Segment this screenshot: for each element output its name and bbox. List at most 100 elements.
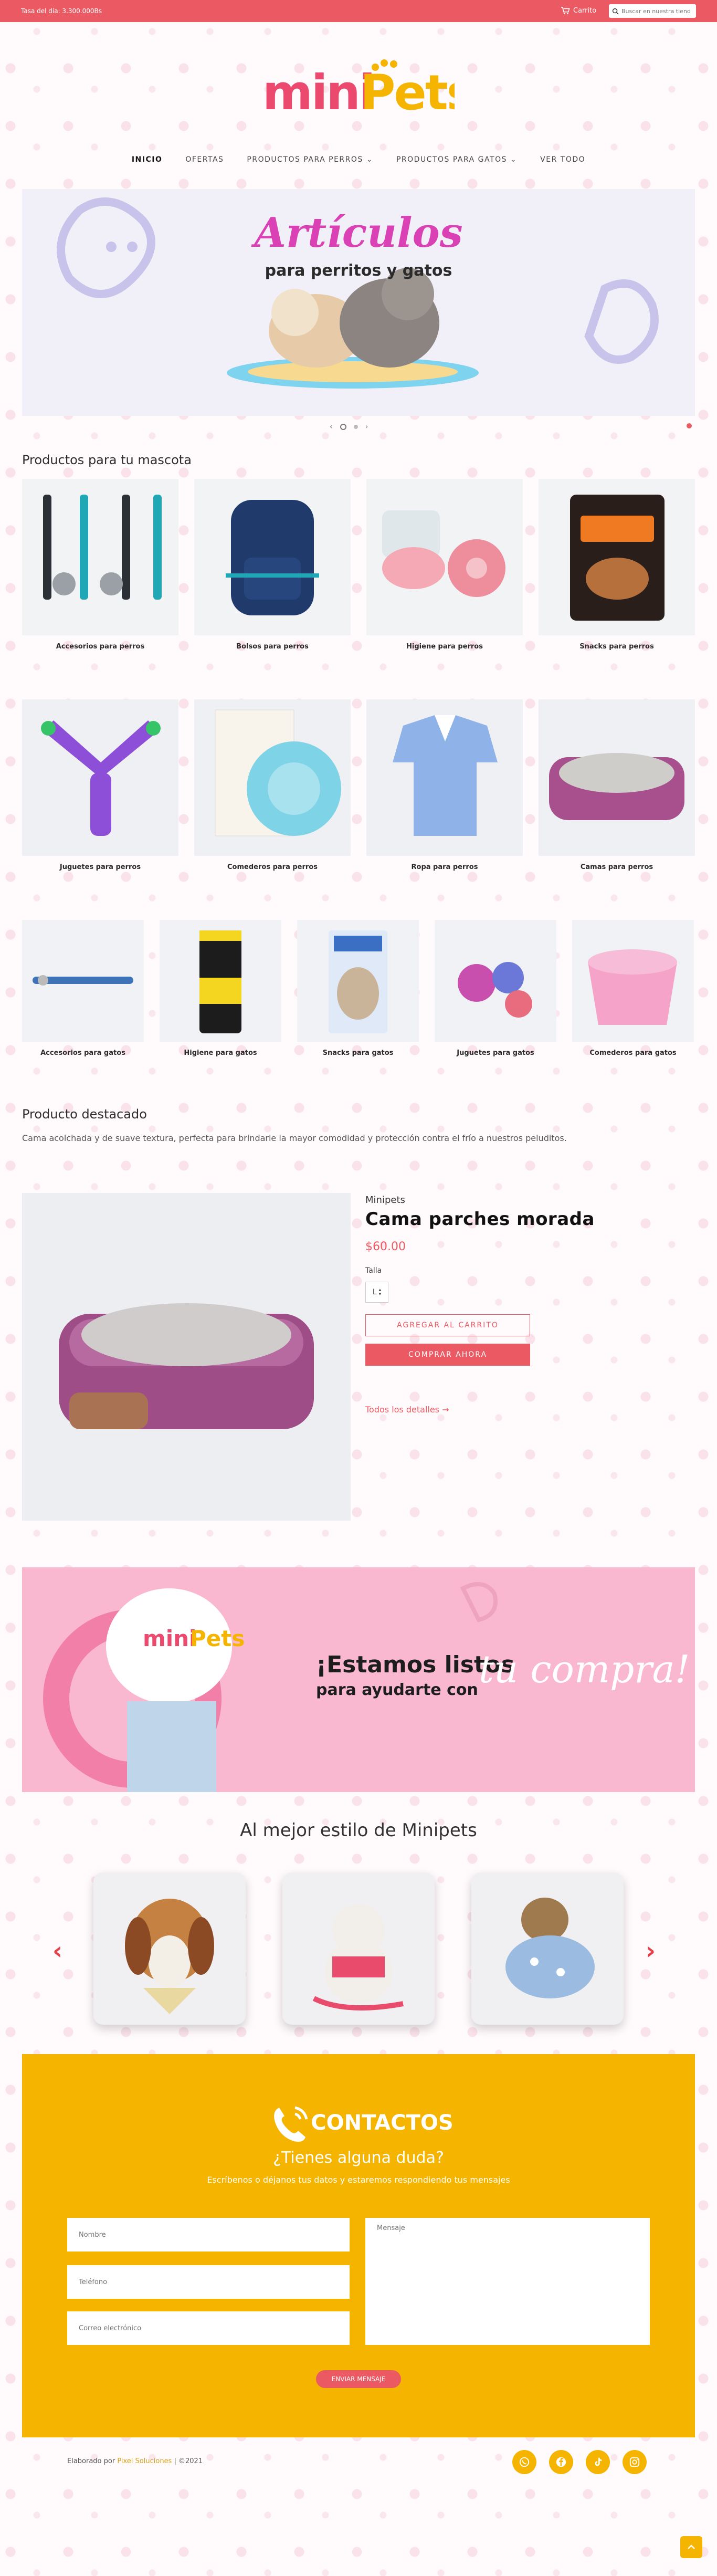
carousel-next-icon[interactable]: › <box>646 1936 656 1965</box>
category-label: Accesorios para gatos <box>40 1049 125 1057</box>
category-label: Higiene para gatos <box>184 1049 257 1057</box>
product-image <box>194 699 351 856</box>
category-label: Ropa para perros <box>411 863 478 871</box>
promo-banner: mini Pets ¡Estamos listos para ayudarte … <box>22 1567 695 1792</box>
promo-accent: tu compra! <box>479 1647 690 1691</box>
cat-snacks-image <box>329 930 387 1033</box>
product-image <box>435 920 556 1042</box>
minipets-logo[interactable]: mini Pets <box>262 58 455 121</box>
category-card[interactable]: Higiene para perros <box>366 479 523 651</box>
category-card[interactable]: Accesorios para perros <box>22 479 178 651</box>
nav-ver-todo[interactable]: Ver todo <box>540 155 585 164</box>
category-card[interactable]: Snacks para gatos <box>297 920 419 1057</box>
hero-banner[interactable]: Artículos para perritos y gatos <box>22 189 695 416</box>
carousel-dot-active[interactable] <box>340 424 346 430</box>
contact-question: ¿Tienes alguna duda? <box>273 2149 444 2167</box>
category-label: Higiene para perros <box>406 643 483 651</box>
shirt-image <box>393 715 498 836</box>
nav-ofertas[interactable]: Ofertas <box>185 155 224 164</box>
category-card[interactable]: Comederos para perros <box>194 699 351 871</box>
category-label: Comederos para gatos <box>589 1049 677 1057</box>
category-label: Bolsos para perros <box>236 643 309 651</box>
carousel-prev-icon[interactable]: ‹ <box>330 423 333 431</box>
product-price: $60.00 <box>365 1240 406 1253</box>
pet-card[interactable] <box>282 1872 435 2025</box>
nav-inicio[interactable]: Inicio <box>132 155 163 164</box>
category-card[interactable]: Camas para perros <box>539 699 695 871</box>
purple-bed-image <box>59 1303 314 1429</box>
pet-card[interactable] <box>471 1872 624 2025</box>
category-label: Juguetes para perros <box>59 863 141 871</box>
nav-dog-products[interactable]: Productos para perros ⌄ <box>247 155 373 164</box>
hero-title: Artículos <box>254 209 463 257</box>
category-label: Accesorios para perros <box>56 643 145 651</box>
whatsapp-link[interactable] <box>512 2450 536 2474</box>
top-bar: Tasa del día: 3.300.000Bs Carrito <box>0 0 717 22</box>
brush-image <box>382 510 505 597</box>
add-to-cart-button[interactable]: AGREGAR AL CARRITO <box>365 1314 530 1336</box>
carousel-dot[interactable] <box>353 425 358 429</box>
product-image <box>366 699 523 856</box>
email-field[interactable] <box>67 2311 350 2345</box>
category-label: Juguetes para gatos <box>457 1049 534 1057</box>
category-label: Camas para perros <box>580 863 653 871</box>
message-field[interactable] <box>365 2218 650 2345</box>
hero-subtitle: para perritos y gatos <box>265 261 452 280</box>
svg-text:mini: mini <box>262 65 374 121</box>
contact-title: CONTACTOS <box>311 2111 454 2135</box>
size-value: L <box>372 1288 377 1296</box>
product-image <box>22 479 178 635</box>
nav-cat-products[interactable]: Productos para gatos ⌄ <box>396 155 517 164</box>
cart-link[interactable]: Carrito <box>561 6 596 15</box>
category-label: Comederos para perros <box>227 863 318 871</box>
footer-company-link[interactable]: Pixel Soluciones <box>117 2457 172 2465</box>
category-card[interactable]: Ropa para perros <box>366 699 523 871</box>
carousel-prev-icon[interactable]: ‹ <box>52 1936 62 1965</box>
cart-label: Carrito <box>573 6 597 15</box>
back-to-top-button[interactable] <box>680 2536 702 2558</box>
search-icon[interactable] <box>612 8 619 15</box>
tiktok-icon <box>595 2457 602 2466</box>
leash-image <box>43 495 162 600</box>
best-style-title: Al mejor estilo de Minipets <box>240 1820 477 1841</box>
facebook-icon <box>556 2457 566 2467</box>
product-image <box>297 920 419 1042</box>
category-card[interactable]: Snacks para perros <box>539 479 695 651</box>
category-card[interactable]: Juguetes para perros <box>22 699 178 871</box>
search-box <box>609 4 696 18</box>
categories-title: Productos para tu mascota <box>22 453 192 467</box>
pet-card[interactable] <box>93 1872 246 2025</box>
instagram-link[interactable] <box>623 2450 647 2474</box>
phone-field[interactable] <box>67 2265 350 2299</box>
instagram-icon <box>629 2457 640 2467</box>
featured-title: Producto destacado <box>22 1107 147 1122</box>
category-card[interactable]: Higiene para gatos <box>160 920 281 1057</box>
facebook-link[interactable] <box>549 2450 573 2474</box>
category-card[interactable]: Juguetes para gatos <box>435 920 556 1057</box>
send-message-button[interactable]: ENVIAR MENSAJE <box>316 2370 401 2388</box>
footer-suffix: | ©2021 <box>174 2457 203 2465</box>
category-card[interactable]: Bolsos para perros <box>194 479 351 651</box>
chevron-up-icon <box>688 2544 695 2549</box>
buy-now-button[interactable]: COMPRAR AHORA <box>365 1344 530 1366</box>
product-image <box>539 699 695 856</box>
carousel-next-icon[interactable]: › <box>365 423 368 431</box>
tiktok-link[interactable] <box>586 2450 610 2474</box>
featured-description: Cama acolchada y de suave textura, perfe… <box>22 1133 567 1143</box>
search-input[interactable] <box>621 7 690 15</box>
banner-indicator <box>687 423 692 428</box>
collar-image <box>33 975 133 986</box>
main-nav: Inicio Ofertas Productos para perros ⌄ P… <box>0 155 717 164</box>
name-field[interactable] <box>67 2218 350 2252</box>
category-card[interactable]: Accesorios para gatos <box>22 920 144 1057</box>
product-image <box>160 920 281 1042</box>
category-label: Snacks para gatos <box>322 1049 394 1057</box>
wipes-image <box>199 930 241 1033</box>
cat-bowl-image <box>588 949 677 1025</box>
details-link[interactable]: Todos los detalles → <box>365 1405 449 1415</box>
category-card[interactable]: Comederos para gatos <box>572 920 694 1057</box>
size-select[interactable]: L ▴ ▾ <box>365 1282 388 1303</box>
footer-credit: Elaborado por Pixel Soluciones | ©2021 <box>67 2457 203 2465</box>
svg-text:Pets: Pets <box>360 65 455 121</box>
svg-text:Pets: Pets <box>190 1626 245 1651</box>
